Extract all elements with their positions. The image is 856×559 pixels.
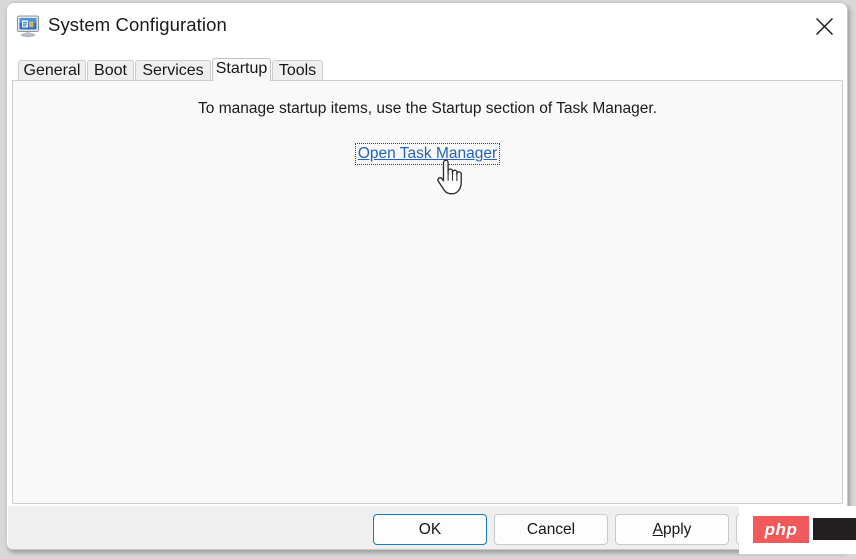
tab-tools[interactable]: Tools: [272, 60, 323, 80]
cancel-button-label: Cancel: [526, 520, 576, 538]
tab-boot[interactable]: Boot: [87, 60, 134, 80]
tab-general[interactable]: General: [18, 60, 86, 80]
redacted-label: [813, 518, 856, 540]
system-configuration-monitor-icon: [15, 13, 41, 39]
php-watermark-overlay: php: [739, 506, 856, 554]
system-configuration-window: System Configuration General Boot Servic…: [6, 2, 848, 550]
php-logo-text: php: [764, 519, 798, 539]
cancel-button[interactable]: Cancel: [494, 514, 608, 545]
open-task-manager-link-container: Open Task Manager: [13, 143, 842, 165]
dialog-footer: OK Cancel Apply: [8, 506, 847, 549]
window-title: System Configuration: [48, 14, 227, 35]
tab-services[interactable]: Services: [135, 60, 211, 80]
ok-button[interactable]: OK: [373, 514, 487, 545]
php-logo: php: [753, 516, 809, 543]
open-task-manager-link[interactable]: Open Task Manager: [354, 143, 501, 165]
tab-startup[interactable]: Startup: [212, 58, 271, 81]
apply-button-label: Apply: [652, 520, 692, 538]
startup-tab-panel: To manage startup items, use the Startup…: [12, 80, 843, 504]
tab-strip: General Boot Services Startup Tools: [7, 50, 847, 81]
ok-button-label: OK: [418, 520, 442, 538]
title-bar: System Configuration: [7, 3, 847, 50]
startup-instruction-text: To manage startup items, use the Startup…: [198, 100, 657, 117]
close-icon[interactable]: [801, 3, 847, 49]
apply-button[interactable]: Apply: [615, 514, 729, 545]
